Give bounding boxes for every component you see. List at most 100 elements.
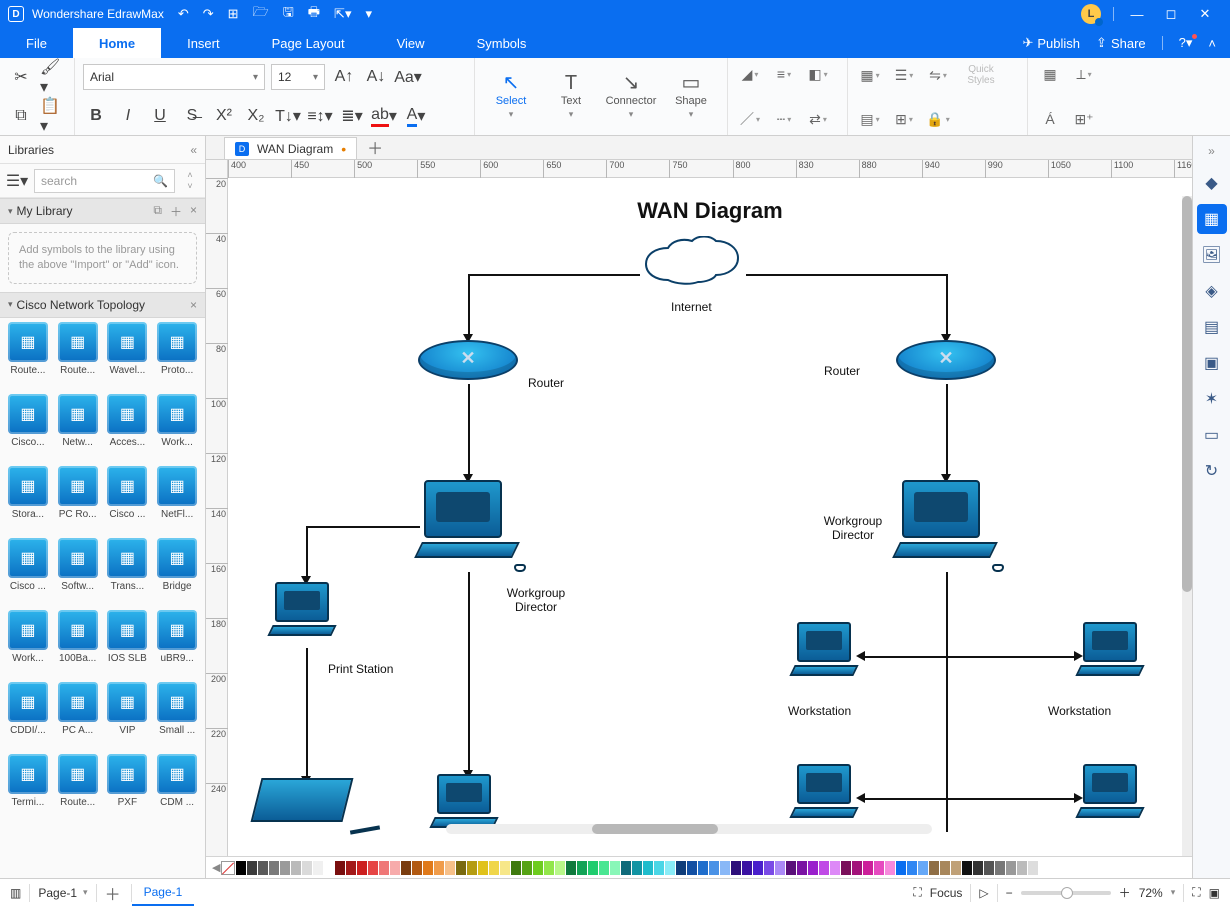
focus-mode-icon[interactable]: ⛶ [913,885,921,900]
zoom-value[interactable]: 72% [1139,886,1163,900]
library-item[interactable]: ▦PXF [104,754,152,824]
italic-icon[interactable]: I [115,103,141,129]
library-item[interactable]: ▦Termi... [4,754,52,824]
dash-style-icon[interactable]: ┄ [770,109,798,129]
strikethrough-icon[interactable]: S̶ [179,103,205,129]
lib-up-icon[interactable]: ˄ [187,170,192,180]
shape-wg-right[interactable] [898,480,998,570]
color-chip[interactable] [1039,861,1049,875]
color-chip[interactable] [907,861,917,875]
color-chip[interactable] [236,861,246,875]
library-item[interactable]: ▦Route... [54,754,102,824]
color-chip[interactable] [709,861,719,875]
collapse-ribbon-icon[interactable]: ˄ [1208,36,1216,51]
color-chip[interactable] [797,861,807,875]
color-chip[interactable] [302,861,312,875]
color-chip[interactable] [324,861,334,875]
save-icon[interactable]: 🖫 [283,3,294,25]
increase-font-icon[interactable]: A↑ [331,64,357,90]
print-icon[interactable]: 🖶 [308,3,320,25]
color-chip[interactable] [775,861,785,875]
library-item[interactable]: ▦Cisco ... [104,466,152,536]
line-weight-icon[interactable]: ≡ [770,64,798,84]
color-chip[interactable] [390,861,400,875]
grid-icon[interactable]: ⊞⁺ [1070,109,1098,129]
color-chip[interactable] [269,861,279,875]
library-item[interactable]: ▦100Ba... [54,610,102,680]
libraries-menu-icon[interactable]: ☰▾ [6,168,28,194]
fullscreen-icon[interactable]: ▣ [1209,886,1220,900]
library-item[interactable]: ▦IOS SLB [104,610,152,680]
page-select-combo[interactable]: Page-1▾ [38,883,87,903]
library-item[interactable]: ▦Softw... [54,538,102,608]
zoom-slider[interactable] [1021,891,1111,895]
rp-page-icon[interactable]: ▤ [1197,312,1227,342]
shape-ws2[interactable] [1080,622,1150,686]
library-item[interactable]: ▦Work... [4,610,52,680]
color-chip[interactable] [258,861,268,875]
color-chip[interactable] [665,861,675,875]
copy-icon[interactable]: ⧉ [8,103,34,129]
select-tool[interactable]: ↖Select▾ [481,62,541,131]
qat-more-icon[interactable]: ▾ [365,6,372,22]
rp-container-icon[interactable]: ▣ [1197,348,1227,378]
tab-home[interactable]: Home [73,28,161,58]
color-chip[interactable] [599,861,609,875]
color-chip[interactable] [918,861,928,875]
new-tab-icon[interactable]: ＋ [367,135,383,159]
color-chip[interactable] [467,861,477,875]
color-chip[interactable] [511,861,521,875]
paste-icon[interactable]: 📋▾ [40,103,66,129]
library-item[interactable]: ▦Wavel... [104,322,152,392]
tab-page-layout[interactable]: Page Layout [246,28,371,58]
align-icon[interactable]: ☰ [890,65,918,85]
color-chip[interactable] [544,861,554,875]
rp-history-icon[interactable]: ↻ [1197,456,1227,486]
color-chip[interactable] [335,861,345,875]
color-chip[interactable] [676,861,686,875]
rp-comment-icon[interactable]: ▭ [1197,420,1227,450]
color-chip[interactable] [654,861,664,875]
open-icon[interactable]: 🗁 [253,3,269,25]
rp-layers-icon[interactable]: ◈ [1197,276,1227,306]
color-chip[interactable] [830,861,840,875]
color-chip[interactable] [863,861,873,875]
tab-view[interactable]: View [371,28,451,58]
publish-button[interactable]: ✈ Publish [1022,35,1080,51]
color-chip[interactable] [885,861,895,875]
color-chip[interactable] [731,861,741,875]
change-case-icon[interactable]: Aa▾ [395,64,421,90]
color-chip[interactable] [973,861,983,875]
lib-import-icon[interactable]: ⧉ [153,203,162,220]
text-tool[interactable]: TText▾ [541,62,601,131]
color-chip[interactable] [632,861,642,875]
color-chip[interactable] [808,861,818,875]
font-color-icon[interactable]: A▾ [403,103,429,129]
color-chip[interactable] [500,861,510,875]
color-chip[interactable] [1017,861,1027,875]
rp-image-icon[interactable]: 🖼 [1197,240,1227,270]
add-page-icon[interactable]: ＋ [105,881,121,905]
color-chip[interactable] [247,861,257,875]
superscript-icon[interactable]: X² [211,103,237,129]
line-tool-icon[interactable]: ／ [736,109,764,129]
connector-tool[interactable]: ↘Connector▾ [601,62,661,131]
tab-file[interactable]: File [0,28,73,58]
color-chip[interactable] [313,861,323,875]
color-chip[interactable] [412,861,422,875]
fill-tool-icon[interactable]: ◢ [736,64,764,84]
window-minimize-icon[interactable]: — [1120,7,1154,22]
color-chip[interactable] [280,861,290,875]
decrease-font-icon[interactable]: A↓ [363,64,389,90]
libraries-collapse-icon[interactable]: « [190,143,197,157]
format-painter-icon[interactable]: 🖌▾ [40,64,66,90]
shape-printer[interactable] [256,778,366,838]
cisco-section[interactable]: ▾Cisco Network Topology × [0,292,205,318]
text-direction-icon[interactable]: T↓▾ [275,103,301,129]
lib-add-icon[interactable]: ＋ [170,203,182,220]
shape-tool[interactable]: ▭Shape▾ [661,62,721,131]
library-item[interactable]: ▦uBR9... [153,610,201,680]
shape-router-left[interactable] [418,340,518,388]
color-chip[interactable] [951,861,961,875]
canvas-v-scrollbar[interactable] [1182,196,1192,856]
